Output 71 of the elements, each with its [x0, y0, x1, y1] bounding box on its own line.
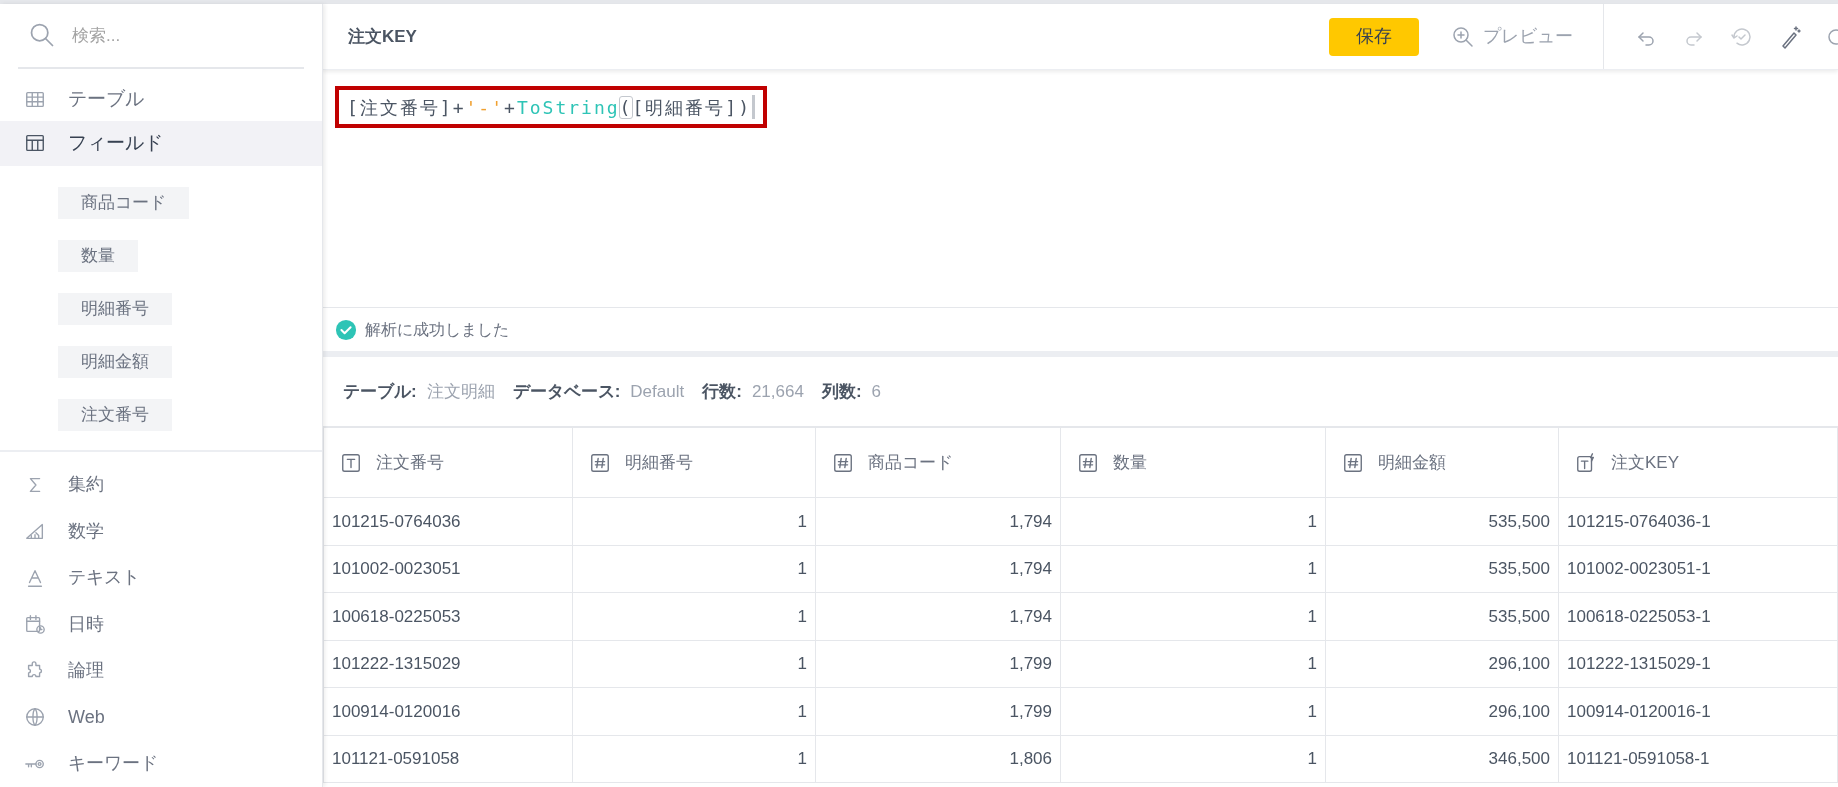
sidebar-item[interactable]: キーワード [0, 740, 322, 787]
field-chip[interactable]: 注文番号 [58, 398, 172, 431]
table-cell: 101222-1315029 [323, 640, 573, 688]
table-cell: 100618-0225053-1 [1558, 592, 1838, 640]
info-label: 列数: [821, 380, 862, 403]
search-field[interactable]: 検索... [72, 22, 272, 48]
table-cell: 101215-0764036-1 [1558, 497, 1838, 545]
table-cell: 1,806 [815, 735, 1061, 783]
table-cell: 1,794 [815, 592, 1061, 640]
table-cell: 100914-0120016 [323, 687, 573, 735]
info-value: 6 [871, 380, 882, 403]
save-button[interactable]: 保存 [1329, 17, 1419, 56]
table-cell: 1,799 [815, 640, 1061, 688]
sidebar-item[interactable]: テーブル [0, 76, 322, 121]
table-cell: 1 [572, 592, 816, 640]
table-cell: 101002-0023051 [323, 545, 573, 593]
table-cell: 101002-0023051-1 [1558, 545, 1838, 593]
sidebar-item[interactable]: フィールド [0, 121, 322, 166]
table-cell: 101215-0764036 [323, 497, 573, 545]
info-value: 注文明細 [426, 380, 495, 403]
table-cell: 535,500 [1325, 497, 1559, 545]
table-cell: 535,500 [1325, 592, 1559, 640]
formula-editor[interactable]: [注文番号]+'-'+ToString([明細番号]) [335, 86, 767, 128]
column-header[interactable]: 注文番号 [323, 427, 573, 498]
sidebar-item[interactable]: Web [0, 694, 322, 741]
table-cell: 1 [1060, 640, 1326, 688]
table-cell: 346,500 [1325, 735, 1559, 783]
table-cell: 101222-1315029-1 [1558, 640, 1838, 688]
table-cell: 535,500 [1325, 545, 1559, 593]
field-chip[interactable]: 明細番号 [58, 292, 172, 325]
table-cell: 1 [572, 497, 816, 545]
column-header[interactable]: 明細金額 [1325, 427, 1559, 498]
info-value: Default [630, 380, 685, 403]
sidebar-item[interactable]: 論理 [0, 647, 322, 694]
sidebar-item[interactable]: 日時 [0, 601, 322, 648]
table-cell: 1 [1060, 592, 1326, 640]
sidebar-item[interactable]: 集約 [0, 461, 322, 508]
info-label: データベース: [512, 380, 621, 403]
table-cell: 1,794 [815, 497, 1061, 545]
table-cell: 1 [572, 640, 816, 688]
table-cell: 296,100 [1325, 687, 1559, 735]
sidebar-item[interactable]: 数学 [0, 508, 322, 555]
table-cell: 1,794 [815, 545, 1061, 593]
table-cell: 100914-0120016-1 [1558, 687, 1838, 735]
table-cell: 296,100 [1325, 640, 1559, 688]
field-chip[interactable]: 商品コード [58, 186, 189, 219]
editor-title: 注文KEY [347, 25, 418, 48]
column-header[interactable]: 商品コード [815, 427, 1061, 498]
table-cell: 1 [572, 545, 816, 593]
field-chip[interactable]: 数量 [58, 239, 138, 272]
table-cell: 1 [572, 735, 816, 783]
table-cell: 1 [1060, 497, 1326, 545]
table-cell: 101121-0591058 [323, 735, 573, 783]
column-header[interactable]: 数量 [1060, 427, 1326, 498]
info-label: 行数: [702, 380, 742, 403]
table-cell: 100618-0225053 [323, 592, 573, 640]
table-cell: 1 [1060, 687, 1326, 735]
formula-text: [注文番号]+'-'+ToString([明細番号]) [347, 95, 751, 120]
info-value: 21,664 [751, 380, 804, 403]
column-header[interactable]: 明細番号 [572, 427, 816, 498]
table-cell: 1 [1060, 735, 1326, 783]
preview-button[interactable]: プレビュー [1451, 23, 1573, 50]
sidebar-item[interactable]: テキスト [0, 554, 322, 601]
table-cell: 1,799 [815, 687, 1061, 735]
table-cell: 1 [572, 687, 816, 735]
table-cell: 1 [1060, 545, 1326, 593]
field-chip[interactable]: 明細金額 [58, 345, 172, 378]
column-header[interactable]: 注文KEY [1558, 427, 1838, 498]
status-message: 解析に成功しました [365, 319, 509, 340]
table-cell: 101121-0591058-1 [1558, 735, 1838, 783]
info-label: テーブル: [343, 380, 417, 403]
